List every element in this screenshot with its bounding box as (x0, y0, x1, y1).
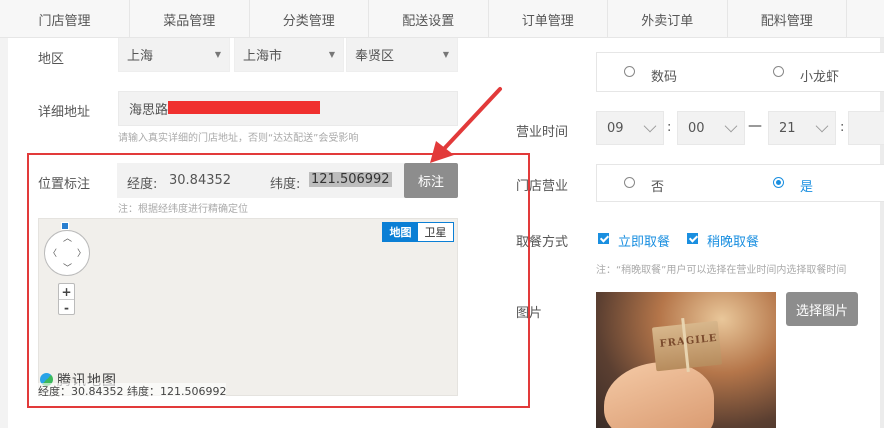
district-value: 奉贤区 (355, 49, 395, 64)
time-separator: — (748, 118, 762, 134)
caret-down-icon: ▼ (442, 50, 449, 59)
start-minute-value: 00 (688, 120, 705, 136)
city-select[interactable]: 上海市 ▼ (234, 38, 344, 72)
radio-open-no[interactable] (624, 177, 635, 188)
option-crayfish-label: 小龙虾 (800, 70, 840, 85)
tab-ingredient-management[interactable]: 配料管理 (728, 0, 847, 38)
start-minute-select[interactable]: 00 (677, 111, 745, 145)
end-hour-select[interactable]: 21 (768, 111, 836, 145)
map-type-map[interactable]: 地图 (383, 223, 418, 241)
province-select[interactable]: 上海 ▼ (118, 38, 230, 72)
pan-right-icon[interactable]: 〉 (77, 246, 86, 259)
checkbox-pickup-now[interactable] (598, 233, 609, 244)
radio-crayfish[interactable] (773, 66, 784, 77)
annotation-arrow-icon (430, 87, 502, 163)
scrollbar-track[interactable] (880, 38, 884, 428)
lat-label: 纬度: (270, 177, 301, 192)
tab-dish-management[interactable]: 菜品管理 (130, 0, 250, 38)
chevron-down-icon (815, 119, 829, 133)
map-type-switch: 地图 卫星 (382, 222, 454, 242)
open-options-box: 否 是 (596, 164, 884, 202)
end-hour-value: 21 (779, 120, 796, 136)
pickup-later-label[interactable]: 稍晚取餐 (707, 231, 759, 250)
pan-control[interactable]: ︿ 〈 〉 ﹀ (44, 230, 90, 276)
chevron-down-icon (643, 119, 657, 133)
end-minute-select[interactable] (848, 111, 884, 145)
start-hour-select[interactable]: 09 (596, 111, 664, 145)
address-label: 详细地址 (38, 105, 91, 120)
caret-down-icon: ▼ (214, 50, 221, 59)
tab-takeout-orders[interactable]: 外卖订单 (608, 0, 728, 38)
radio-digital[interactable] (624, 66, 635, 77)
start-hour-value: 09 (607, 120, 624, 136)
choose-image-button[interactable]: 选择图片 (786, 292, 858, 326)
coordinates-input[interactable]: 经度: 30.84352 纬度: 121.506992 (117, 163, 405, 198)
lat-value[interactable]: 121.506992 (309, 172, 392, 187)
redaction-bar (168, 101, 320, 114)
hours-label: 营业时间 (516, 125, 569, 140)
zoom-out-button[interactable]: - (59, 300, 74, 315)
left-border (0, 38, 8, 428)
pan-down-icon[interactable]: ﹀ (63, 261, 72, 274)
zoom-control: + - (58, 283, 75, 315)
pickup-label: 取餐方式 (516, 235, 569, 250)
photo-hand (604, 362, 714, 428)
province-value: 上海 (127, 49, 154, 64)
tab-category-management[interactable]: 分类管理 (250, 0, 369, 38)
caret-down-icon: ▼ (328, 50, 335, 59)
open-yes-label: 是 (800, 180, 814, 195)
store-photo: FRAGILE (596, 292, 776, 428)
address-hint: 请输入真实详细的门店地址，否则“达达配送”会受影响 (118, 133, 359, 144)
location-hint: 注：根据经纬度进行精确定位 (118, 204, 248, 215)
location-label: 位置标注 (38, 177, 91, 192)
district-select[interactable]: 奉贤区 ▼ (346, 38, 458, 72)
tab-delivery-settings[interactable]: 配送设置 (369, 0, 489, 38)
image-label: 图片 (516, 306, 543, 321)
city-value: 上海市 (243, 49, 283, 64)
category-options-box: 数码 小龙虾 (596, 52, 884, 92)
open-label: 门店营业 (516, 179, 569, 194)
lng-value[interactable]: 30.84352 (169, 173, 231, 188)
pickup-hint: 注：“稍晚取餐”用户可以选择在营业时间内选择取餐时间 (596, 265, 847, 276)
pickup-now-label[interactable]: 立即取餐 (618, 231, 670, 250)
zoom-in-button[interactable]: + (59, 284, 74, 299)
lng-label: 经度: (127, 177, 158, 192)
mark-button[interactable]: 标注 (404, 163, 458, 198)
time-colon: : (667, 120, 672, 135)
option-digital-label: 数码 (651, 70, 678, 85)
tab-order-management[interactable]: 订单管理 (489, 0, 608, 38)
region-label: 地区 (38, 52, 65, 67)
address-value: 海思路 (129, 103, 169, 118)
pan-left-icon[interactable]: 〈 (48, 246, 57, 259)
map-marker-icon (61, 222, 69, 230)
pan-up-icon[interactable]: ︿ (63, 231, 72, 244)
photo-box-text: FRAGILE (659, 332, 718, 350)
open-no-label: 否 (651, 180, 665, 195)
checkbox-pickup-later[interactable] (687, 233, 698, 244)
radio-open-yes[interactable] (773, 177, 784, 188)
tab-store-management[interactable]: 门店管理 (0, 0, 130, 38)
time-colon-2: : (840, 120, 845, 135)
chevron-down-icon (724, 119, 738, 133)
map-type-satellite[interactable]: 卫星 (418, 223, 453, 241)
map-coordinates-readout: 经度：30.84352 纬度：121.506992 (38, 383, 227, 399)
top-nav: 门店管理 菜品管理 分类管理 配送设置 订单管理 外卖订单 配料管理 (0, 0, 884, 38)
map-view[interactable] (38, 218, 458, 396)
